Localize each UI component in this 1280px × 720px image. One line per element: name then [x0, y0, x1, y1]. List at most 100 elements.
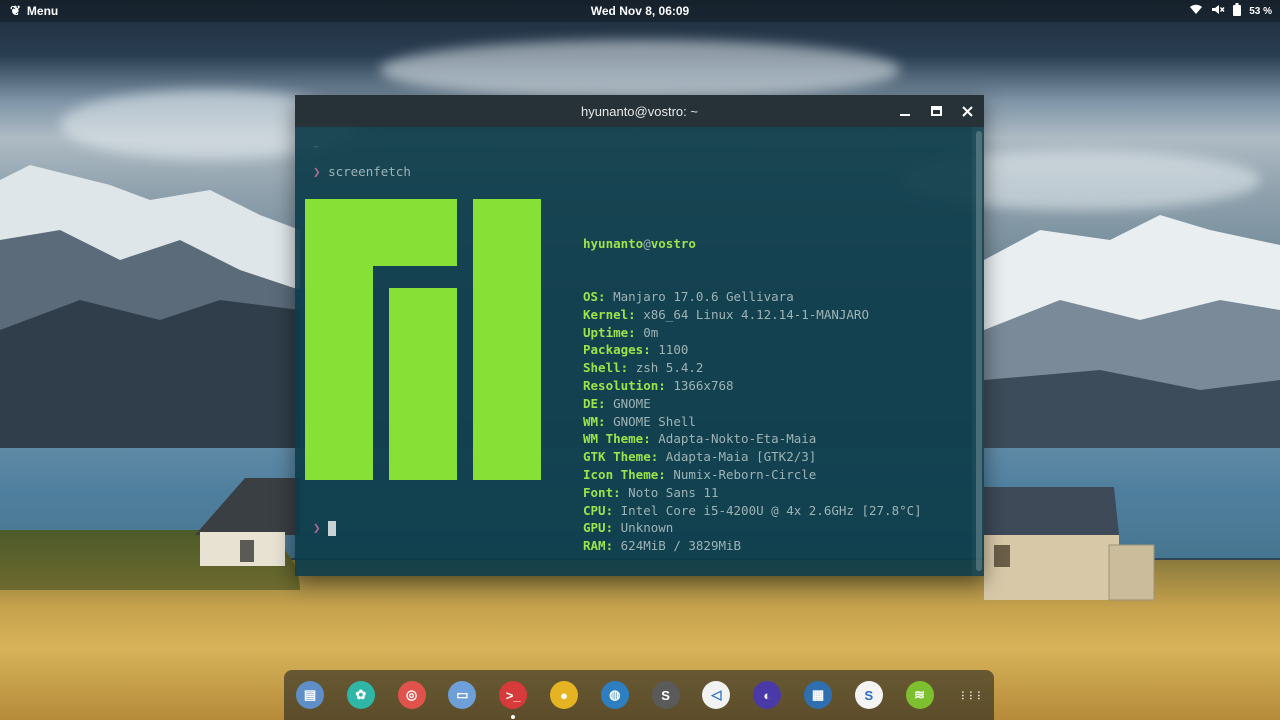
minimize-icon — [900, 114, 910, 116]
dock-glyph: ◍ — [609, 687, 621, 702]
info-key: Shell: — [583, 360, 629, 376]
dock-glyph: ▭ — [456, 687, 469, 702]
info-value: Adapta-Nokto-Eta-Maia — [658, 431, 817, 447]
user-host: hyunanto@vostro — [583, 235, 696, 251]
prompt-path: ~ — [313, 142, 320, 153]
info-line: CPU: Intel Core i5-4200U @ 4x 2.6GHz [27… — [583, 502, 922, 520]
chrome-icon[interactable]: ● — [550, 681, 578, 709]
info-line: GTK Theme: Adapta-Maia [GTK2/3] — [583, 448, 922, 466]
info-value: 1366x768 — [673, 377, 734, 393]
prompt-symbol-2: ❯ — [313, 520, 321, 535]
info-value: Manjaro 17.0.6 Gellivara — [613, 288, 794, 304]
files-icon[interactable]: ▤ — [296, 681, 324, 709]
window-title: hyunanto@vostro: ~ — [581, 104, 698, 119]
text-cursor — [328, 521, 337, 536]
info-line: Font: Noto Sans 11 — [583, 484, 922, 502]
info-value: Noto Sans 11 — [628, 484, 719, 500]
info-key: WM: — [583, 413, 606, 429]
terminal-content[interactable]: ~ ❯ screenfetch hyunanto@vostro OS: Manj… — [295, 127, 984, 576]
info-key: DE: — [583, 395, 606, 411]
terminal-scrollbar[interactable] — [972, 127, 984, 576]
active-prompt[interactable]: ❯ — [313, 520, 337, 536]
dock-glyph: ✿ — [355, 687, 367, 702]
globe-icon[interactable]: ◍ — [600, 681, 629, 709]
terminal-app-icon[interactable]: >_ — [499, 681, 528, 709]
info-key: Packages: — [583, 342, 651, 358]
terminal-titlebar[interactable]: hyunanto@vostro: ~ — [295, 95, 984, 127]
info-value: GNOME — [613, 395, 651, 411]
dock-glyph: >_ — [505, 687, 521, 703]
minimize-button[interactable] — [895, 101, 915, 121]
info-line: WM: GNOME Shell — [583, 413, 922, 431]
wifi-icon — [1189, 4, 1203, 18]
command-text: screenfetch — [328, 164, 411, 179]
info-value: x86_64 Linux 4.12.14-1-MANJARO — [643, 306, 869, 322]
dock-glyph: S — [661, 687, 670, 703]
info-value: Adapta-Maia [GTK2/3] — [665, 449, 817, 465]
software-icon[interactable]: ✿ — [346, 681, 375, 709]
info-key: Icon Theme: — [583, 466, 666, 482]
info-key: WM Theme: — [583, 431, 651, 447]
info-value: Unknown — [620, 520, 674, 536]
volume-muted-icon — [1211, 4, 1225, 18]
prompt-symbol: ❯ — [313, 164, 321, 179]
info-value: Numix-Reborn-Circle — [673, 466, 817, 482]
maximize-button[interactable] — [926, 101, 946, 121]
dock-glyph: ⋮⋮⋮ — [958, 689, 983, 700]
info-line: Uptime: 0m — [583, 324, 922, 342]
system-info: hyunanto@vostro OS: Manjaro 17.0.6 Gelli… — [583, 199, 922, 591]
info-value: zsh 5.4.2 — [635, 360, 704, 376]
info-key: GPU: — [583, 520, 614, 536]
info-key: Resolution: — [583, 377, 666, 393]
info-value: 624MiB / 3829MiB — [620, 538, 742, 554]
terminal-window[interactable]: hyunanto@vostro: ~ ~ ❯ screenfetch hyuna… — [295, 95, 984, 576]
display-icon[interactable]: ▭ — [448, 681, 477, 709]
command-line: ❯ screenfetch — [313, 164, 411, 179]
system-monitor-icon[interactable]: ▦ — [804, 681, 832, 709]
info-value: 0m — [643, 324, 659, 340]
app-grid-icon[interactable]: ⋮⋮⋮ — [956, 681, 984, 709]
slack-icon[interactable]: S — [854, 681, 883, 709]
dock-glyph: ▤ — [303, 687, 317, 702]
moon-icon[interactable]: ◐ — [753, 681, 782, 709]
system-tray[interactable]: 53 % — [1189, 3, 1272, 19]
house-right-image — [984, 487, 1155, 601]
running-indicator — [511, 715, 516, 719]
battery-icon — [1233, 3, 1242, 19]
sublime-icon[interactable]: S — [651, 681, 680, 709]
info-line: WM Theme: Adapta-Nokto-Eta-Maia — [583, 430, 922, 448]
info-line: DE: GNOME — [583, 395, 922, 413]
close-button[interactable] — [957, 101, 977, 121]
info-line: Resolution: 1366x768 — [583, 377, 922, 395]
dock-glyph: ▦ — [811, 687, 825, 702]
info-key: GTK Theme: — [583, 449, 659, 465]
info-key: Kernel: — [583, 306, 636, 322]
dock-glyph: ≋ — [914, 687, 926, 702]
dock-glyph: ◁ — [711, 687, 722, 702]
info-key: RAM: — [583, 538, 614, 554]
close-icon — [961, 105, 973, 117]
screenshot-icon[interactable]: ◎ — [397, 681, 426, 709]
info-line: RAM: 624MiB / 3829MiB — [583, 537, 922, 555]
info-key: CPU: — [583, 502, 614, 518]
dock-glyph: ● — [560, 687, 568, 703]
spotify-icon[interactable]: ≋ — [905, 681, 934, 709]
info-line: GPU: Unknown — [583, 519, 922, 537]
info-value: 1100 — [658, 342, 689, 358]
clock[interactable]: Wed Nov 8, 06:09 — [0, 4, 1280, 18]
info-key: OS: — [583, 288, 606, 304]
scrollbar-thumb[interactable] — [976, 131, 982, 571]
info-value: GNOME Shell — [613, 413, 696, 429]
info-value: Intel Core i5-4200U @ 4x 2.6GHz [27.8°C] — [620, 502, 922, 518]
maximize-icon — [930, 106, 942, 116]
info-line: Icon Theme: Numix-Reborn-Circle — [583, 466, 922, 484]
info-line: Shell: zsh 5.4.2 — [583, 359, 922, 377]
info-line: Packages: 1100 — [583, 341, 922, 359]
dock: ▤ ✿ ◎ ▭ >_ ● ◍ S ◁ ◐ ▦ S ≋ ⋮⋮⋮ — [284, 670, 994, 720]
info-line: Kernel: x86_64 Linux 4.12.14-1-MANJARO — [583, 306, 922, 324]
dock-glyph: ◎ — [405, 687, 418, 702]
house-left-image — [195, 478, 300, 566]
dock-glyph: S — [864, 687, 874, 703]
vscode-icon[interactable]: ◁ — [702, 681, 731, 709]
top-panel: ❦ Menu Wed Nov 8, 06:09 53 % — [0, 0, 1280, 22]
